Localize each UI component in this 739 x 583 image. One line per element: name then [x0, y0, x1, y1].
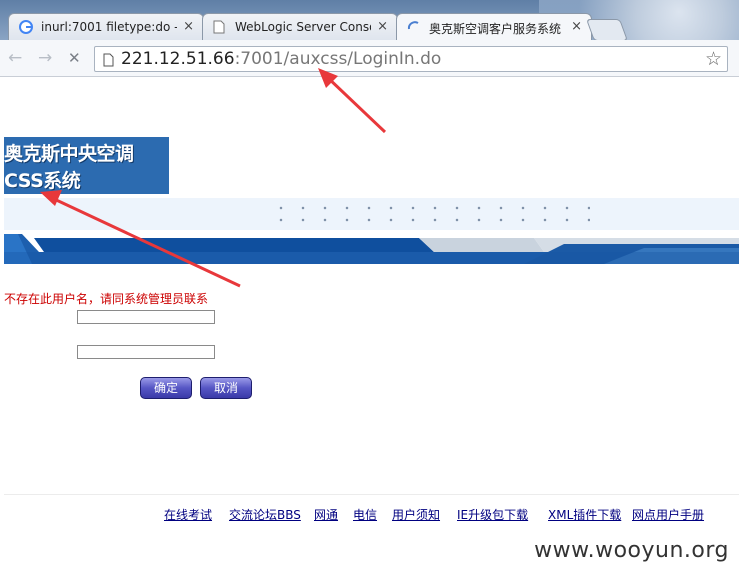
watermark: www.wooyun.org — [534, 538, 729, 563]
url-text: 221.12.51.66:7001/auxcss/LoginIn.do — [121, 49, 441, 69]
footer-link-online-exam[interactable]: 在线考试 — [164, 506, 212, 523]
footer-link-user-notice[interactable]: 用户须知 — [392, 506, 440, 523]
tab-title: inurl:7001 filetype:do - G — [41, 20, 177, 34]
footer-link-netcom[interactable]: 网通 — [314, 506, 338, 523]
banner-dot-pattern — [270, 202, 590, 228]
tab-title: 奥克斯空调客户服务系统 — [429, 22, 562, 36]
tab-title: WebLogic Server Conso — [235, 20, 371, 34]
footer-link-xml-plugin[interactable]: XML插件下载 — [548, 506, 621, 523]
cancel-button[interactable]: 取消 — [200, 377, 252, 399]
loading-icon — [407, 20, 421, 34]
tab-google-search[interactable]: inurl:7001 filetype:do - G × — [8, 13, 204, 40]
back-icon[interactable]: ← — [8, 49, 22, 67]
footer-link-ie-upgrade[interactable]: IE升级包下载 — [457, 506, 528, 523]
tab-weblogic[interactable]: WebLogic Server Conso × — [202, 13, 398, 40]
close-icon[interactable]: × — [183, 19, 194, 34]
url-path: :7001/auxcss/LoginIn.do — [234, 49, 442, 69]
footer-link-bbs[interactable]: 交流论坛BBS — [229, 506, 301, 523]
arrow-to-url-icon — [318, 68, 387, 134]
header-banner-wave — [4, 230, 739, 264]
forward-icon[interactable]: → — [38, 49, 52, 67]
stop-icon[interactable]: ✕ — [68, 49, 81, 67]
url-host: 221.12.51.66 — [121, 49, 235, 69]
footer-link-user-manual[interactable]: 网点用户手册 — [632, 506, 704, 523]
tab-strip: inurl:7001 filetype:do - G × WebLogic Se… — [0, 0, 739, 40]
tab-aux-css[interactable]: 奥克斯空调客户服务系统 × — [396, 13, 592, 40]
google-icon — [19, 20, 33, 34]
bookmark-star-icon[interactable]: ☆ — [705, 48, 722, 70]
page-icon — [213, 20, 227, 34]
footer-divider — [4, 494, 739, 495]
page-icon — [103, 52, 114, 71]
site-logo: 奥克斯中央空调CSS系统 — [4, 137, 169, 194]
username-input[interactable] — [77, 310, 215, 324]
password-input[interactable] — [77, 345, 215, 359]
close-icon[interactable]: × — [377, 19, 388, 34]
address-bar[interactable]: 221.12.51.66:7001/auxcss/LoginIn.do ☆ — [94, 46, 728, 72]
error-message: 不存在此用户名，请同系统管理员联系 — [4, 292, 209, 306]
close-icon[interactable]: × — [571, 19, 582, 34]
footer-link-telecom[interactable]: 电信 — [353, 506, 377, 523]
confirm-button[interactable]: 确定 — [140, 377, 192, 399]
logo-text: 奥克斯中央空调CSS系统 — [4, 142, 134, 192]
